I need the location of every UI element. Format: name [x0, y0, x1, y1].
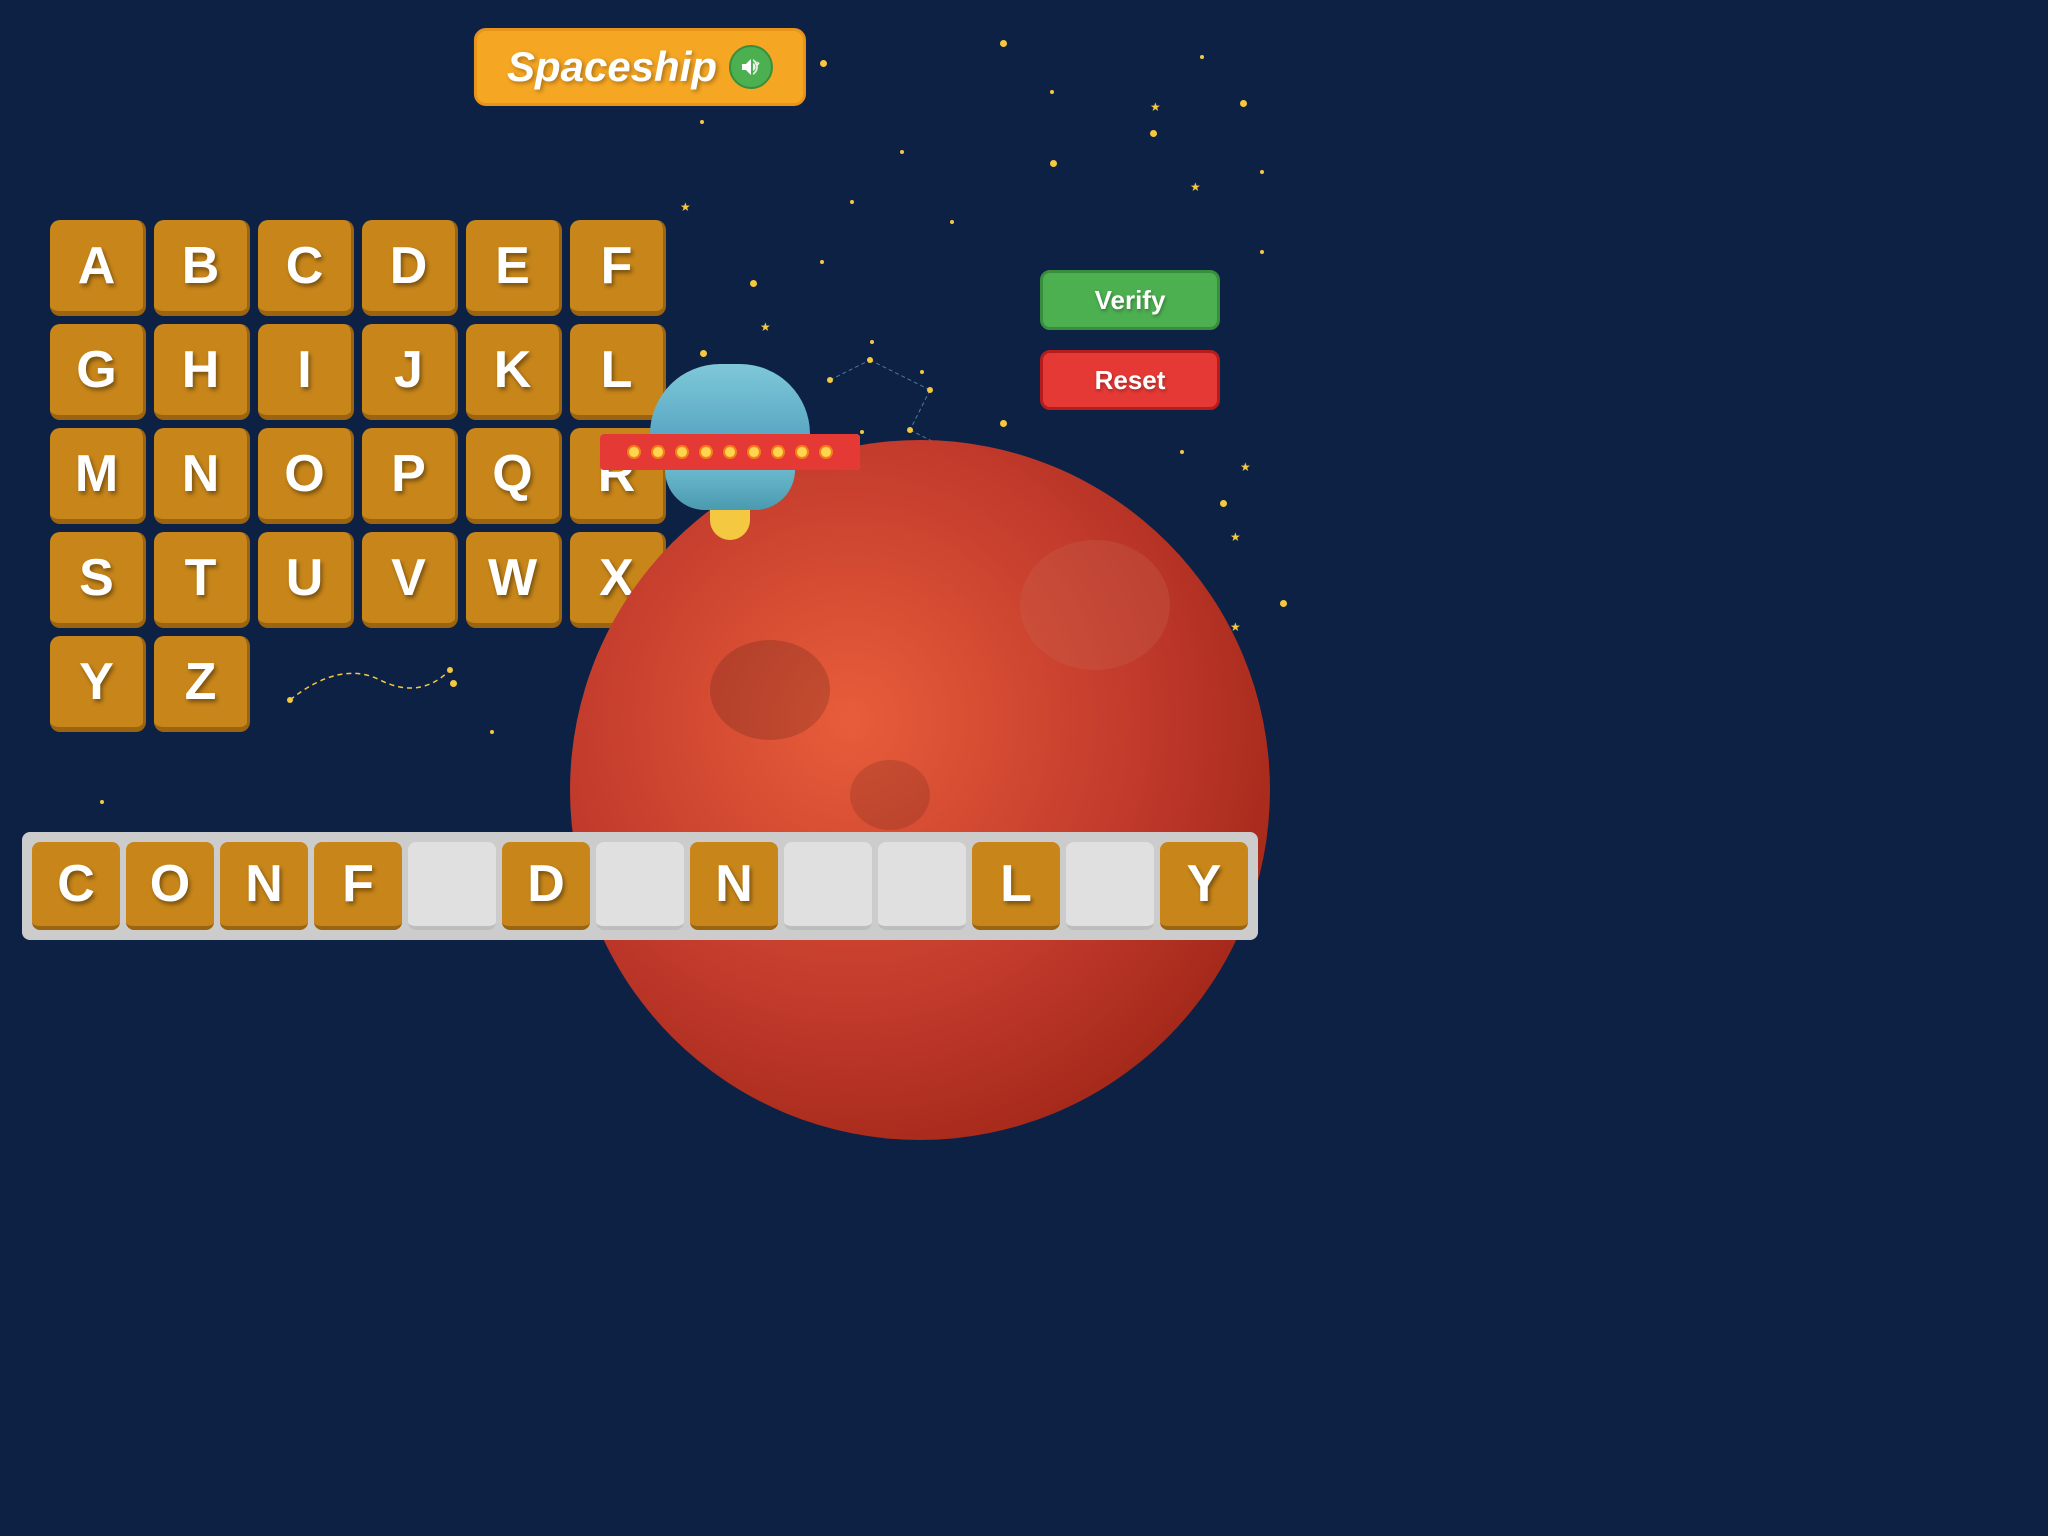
letter-c: C	[286, 236, 324, 296]
answer-tile-5[interactable]: D	[502, 842, 590, 930]
letter-v: V	[391, 548, 426, 608]
sound-icon	[739, 55, 763, 79]
letter-tile-q[interactable]: Q	[466, 428, 562, 524]
letter-u: U	[286, 548, 324, 608]
letter-tile-u[interactable]: U	[258, 532, 354, 628]
letter-tile-i[interactable]: I	[258, 324, 354, 420]
answer-row: CONFDNLY	[22, 832, 1258, 940]
letter-a: A	[78, 236, 116, 296]
letter-tile-h[interactable]: H	[154, 324, 250, 420]
letter-y: Y	[79, 652, 114, 712]
light-3	[675, 445, 689, 459]
light-6	[747, 445, 761, 459]
letter-i: I	[297, 340, 311, 400]
letter-p: P	[391, 444, 426, 504]
letter-f: F	[601, 236, 633, 296]
letter-g: G	[76, 340, 116, 400]
letter-s: S	[79, 548, 114, 608]
letter-w: W	[488, 548, 537, 608]
letter-tile-d[interactable]: D	[362, 220, 458, 316]
letter-d: D	[390, 236, 428, 296]
answer-tile-7[interactable]: N	[690, 842, 778, 930]
letter-q: Q	[492, 444, 532, 504]
light-7	[771, 445, 785, 459]
letter-h: H	[182, 340, 220, 400]
answer-tile-3[interactable]: F	[314, 842, 402, 930]
letter-tile-p[interactable]: P	[362, 428, 458, 524]
letter-m: M	[75, 444, 118, 504]
planet	[570, 440, 1270, 1140]
answer-tile-11[interactable]	[1066, 842, 1154, 930]
letter-tile-m[interactable]: M	[50, 428, 146, 524]
letter-tile-b[interactable]: B	[154, 220, 250, 316]
answer-tile-1[interactable]: O	[126, 842, 214, 930]
light-4	[699, 445, 713, 459]
light-2	[651, 445, 665, 459]
sound-button[interactable]	[729, 45, 773, 89]
letter-j: J	[394, 340, 423, 400]
planet-spot-3	[1020, 540, 1170, 670]
spaceship	[600, 364, 860, 540]
letter-tile-k[interactable]: K	[466, 324, 562, 420]
alphabet-grid: ABCDEFGHIJKLMNOPQRSTUVWXYZ	[50, 220, 666, 732]
letter-o: O	[284, 444, 324, 504]
game-title: Spaceship	[507, 43, 717, 91]
answer-tile-2[interactable]: N	[220, 842, 308, 930]
letter-tile-o[interactable]: O	[258, 428, 354, 524]
answer-tile-8[interactable]	[784, 842, 872, 930]
letter-k: K	[494, 340, 532, 400]
reset-button[interactable]: Reset	[1040, 350, 1220, 410]
verify-label: Verify	[1095, 285, 1166, 316]
letter-tile-g[interactable]: G	[50, 324, 146, 420]
letter-tile-y[interactable]: Y	[50, 636, 146, 732]
action-buttons: Verify Reset	[1040, 270, 1220, 410]
letter-tile-s[interactable]: S	[50, 532, 146, 628]
reset-label: Reset	[1095, 365, 1166, 396]
spaceship-stripe	[600, 434, 860, 470]
letter-tile-e[interactable]: E	[466, 220, 562, 316]
letter-b: B	[182, 236, 220, 296]
letter-tile-f[interactable]: F	[570, 220, 666, 316]
light-1	[627, 445, 641, 459]
light-9	[819, 445, 833, 459]
light-8	[795, 445, 809, 459]
spaceship-body	[600, 434, 860, 470]
spaceship-dome	[650, 364, 810, 434]
letter-n: N	[182, 444, 220, 504]
answer-tile-6[interactable]	[596, 842, 684, 930]
answer-tile-9[interactable]	[878, 842, 966, 930]
letter-tile-w[interactable]: W	[466, 532, 562, 628]
answer-tile-12[interactable]: Y	[1160, 842, 1248, 930]
answer-tile-10[interactable]: L	[972, 842, 1060, 930]
letter-z: Z	[185, 652, 217, 712]
letter-tile-t[interactable]: T	[154, 532, 250, 628]
letter-tile-n[interactable]: N	[154, 428, 250, 524]
light-5	[723, 445, 737, 459]
answer-tile-0[interactable]: C	[32, 842, 120, 930]
letter-tile-v[interactable]: V	[362, 532, 458, 628]
letter-tile-a[interactable]: A	[50, 220, 146, 316]
letter-tile-z[interactable]: Z	[154, 636, 250, 732]
spaceship-engine	[710, 510, 750, 540]
letter-e: E	[495, 236, 530, 296]
spaceship-underbelly	[665, 470, 795, 510]
letter-tile-c[interactable]: C	[258, 220, 354, 316]
title-container: Spaceship	[474, 28, 806, 106]
planet-spot-2	[850, 760, 930, 830]
title-box: Spaceship	[474, 28, 806, 106]
letter-t: T	[185, 548, 217, 608]
planet-spot-1	[710, 640, 830, 740]
answer-tile-4[interactable]	[408, 842, 496, 930]
letter-tile-j[interactable]: J	[362, 324, 458, 420]
verify-button[interactable]: Verify	[1040, 270, 1220, 330]
